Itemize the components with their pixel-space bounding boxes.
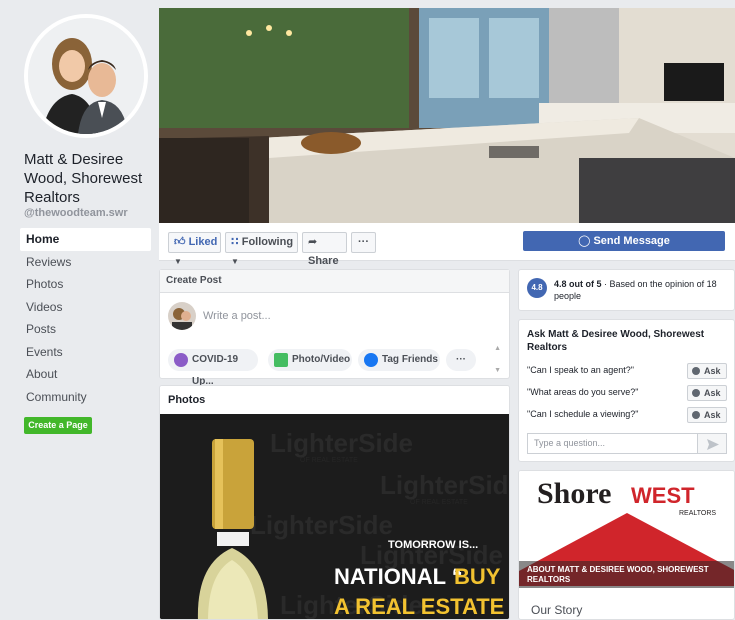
watermark-subtext: OF REAL ESTATE <box>300 457 358 464</box>
photo-caption-line2: NATIONAL “ <box>334 564 463 589</box>
nav-item-reviews[interactable]: Reviews <box>20 251 151 274</box>
page-title[interactable]: Matt & Desiree Wood, Shorewest Realtors <box>24 150 152 207</box>
nav-item-photos[interactable]: Photos <box>20 273 151 296</box>
messenger-icon <box>692 389 700 397</box>
covid-icon <box>174 353 188 367</box>
photos-title[interactable]: Photos <box>160 386 509 414</box>
chevron-down-icon: ▼ <box>231 257 239 266</box>
watermark-text: LighterSide <box>380 470 510 500</box>
nav-item-home[interactable]: Home <box>20 228 151 251</box>
ask-button[interactable]: Ask <box>687 385 727 401</box>
send-message-button[interactable]: ◯ Send Message <box>523 231 725 251</box>
question-row: "What areas do you serve?" Ask <box>527 385 727 401</box>
nav-item-events[interactable]: Events <box>20 341 151 364</box>
svg-text:REALTORS: REALTORS <box>679 510 716 517</box>
svg-text:Shore: Shore <box>537 477 611 510</box>
page-handle[interactable]: @thewoodteam.swr <box>24 207 128 219</box>
tag-friends-icon <box>364 353 378 367</box>
cover-photo[interactable] <box>159 8 735 223</box>
create-page-button[interactable]: Create a Page <box>24 417 92 434</box>
ask-button[interactable]: Ask <box>687 407 727 423</box>
send-question-button[interactable] <box>698 433 727 454</box>
watermark-text: LighterSide <box>270 428 413 458</box>
photo-icon <box>274 353 288 367</box>
our-story-heading[interactable]: Our Story <box>531 603 582 617</box>
share-icon: ➦ <box>308 236 318 248</box>
rss-icon: ∷ <box>231 236 239 248</box>
nav-item-about[interactable]: About <box>20 363 151 386</box>
create-post-card: Create Post Write a post... COVID-19 Up.… <box>159 269 510 387</box>
question-input[interactable]: Type a question... <box>527 433 698 454</box>
post-author-avatar <box>168 302 196 330</box>
messenger-icon: ◯ <box>578 235 591 247</box>
ask-title: Ask Matt & Desiree Wood, Shorewest Realt… <box>527 329 705 353</box>
question-row: "Can I schedule a viewing?" Ask <box>527 407 727 423</box>
watermark-subtext: OF REAL ESTATE <box>410 499 468 506</box>
photos-card: Photos LighterSide LighterSide LighterSi… <box>159 385 510 620</box>
messenger-icon <box>692 411 700 419</box>
about-overlay-title[interactable]: ABOUT MATT & DESIREE WOOD, SHOREWEST REA… <box>519 561 734 588</box>
following-button[interactable]: ∷ Following ▼ <box>225 232 298 266</box>
create-post-title: Create Post <box>160 270 509 293</box>
photo-caption-line1: TOMORROW IS... <box>388 539 478 551</box>
ask-card: Ask Matt & Desiree Wood, Shorewest Realt… <box>518 319 735 462</box>
rating-badge: 4.8 <box>527 278 547 298</box>
scroll-down-icon[interactable]: ▼ <box>494 367 501 374</box>
tag-friends-button[interactable]: Tag Friends <box>358 349 440 371</box>
photo-caption-buy: BUY <box>454 564 501 589</box>
question-text: "What areas do you serve?" <box>527 387 639 397</box>
rating-summary: 4.8 out of 5 · Based on the opinion of 1… <box>554 279 717 301</box>
photo-thumbnail[interactable]: LighterSide LighterSide LighterSide Ligh… <box>160 414 510 619</box>
ask-button[interactable]: Ask <box>687 363 727 379</box>
question-row: "Can I speak to an agent?" Ask <box>527 363 727 379</box>
scroll-up-icon[interactable]: ▲ <box>494 345 501 352</box>
covid-update-button[interactable]: COVID-19 Up... <box>168 349 258 387</box>
svg-text:WEST: WEST <box>631 483 695 508</box>
photo-video-button[interactable]: Photo/Video <box>268 349 352 371</box>
nav-item-community[interactable]: Community <box>20 386 151 409</box>
nav-item-videos[interactable]: Videos <box>20 296 151 319</box>
watermark-text: LighterSide <box>250 510 393 540</box>
like-icon: 👍︎ <box>174 236 186 248</box>
messenger-icon <box>692 367 700 375</box>
photo-caption-line3: A REAL ESTATE <box>334 594 504 619</box>
more-options-button[interactable]: ··· <box>351 232 376 253</box>
more-post-options-button[interactable]: ··· <box>446 349 476 371</box>
page-nav: Home Reviews Photos Videos Posts Events … <box>20 228 151 408</box>
send-icon <box>707 439 719 450</box>
profile-avatar[interactable] <box>24 14 148 138</box>
write-post-input[interactable]: Write a post... <box>203 310 271 322</box>
page-action-bar: 👍︎ Liked ▼ ∷ Following ▼ ➦ Share ··· ◯ S… <box>159 223 735 267</box>
nav-item-posts[interactable]: Posts <box>20 318 151 341</box>
liked-button[interactable]: 👍︎ Liked ▼ <box>168 232 221 266</box>
question-text: "Can I schedule a viewing?" <box>527 409 639 419</box>
question-text: "Can I speak to an agent?" <box>527 365 634 375</box>
chevron-down-icon: ▼ <box>174 257 182 266</box>
rating-card[interactable]: 4.8 4.8 out of 5 · Based on the opinion … <box>518 269 735 311</box>
share-button[interactable]: ➦ Share <box>302 232 347 267</box>
about-card[interactable]: Shore WEST REALTORS ABOUT MATT & DESIREE… <box>518 470 735 620</box>
